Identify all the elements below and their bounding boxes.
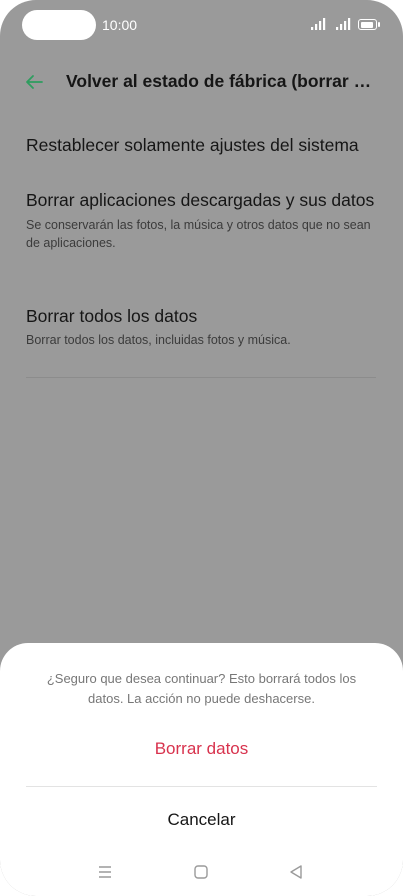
confirmation-bottom-sheet: ¿Seguro que desea continuar? Esto borrar… (0, 643, 403, 896)
option-description: Se conservarán las fotos, la música y ot… (26, 218, 371, 250)
cellular-signal-icon (311, 18, 326, 30)
dialog-message: ¿Seguro que desea continuar? Esto borrar… (46, 671, 357, 706)
sheet-divider (26, 786, 377, 787)
cancel-button[interactable]: Cancelar (0, 806, 403, 834)
list-divider (26, 377, 376, 378)
status-bar: 10:00 (0, 0, 403, 50)
erase-data-button[interactable]: Borrar datos (0, 735, 403, 763)
option-description: Borrar todos los datos, incluidas fotos … (26, 333, 291, 347)
cellular-signal-icon (336, 18, 351, 30)
option-reset-system-settings[interactable]: Restablecer solamente ajustes del sistem… (26, 133, 376, 157)
back-triangle-icon[interactable] (287, 863, 305, 881)
option-erase-all-data[interactable]: Borrar todos los datos Borrar todos los … (26, 304, 376, 349)
option-label: Borrar aplicaciones descargadas y sus da… (26, 190, 375, 210)
option-label: Restablecer solamente ajustes del sistem… (26, 135, 359, 155)
page-title: Volver al estado de fábrica (borrar todo… (66, 71, 376, 91)
home-icon[interactable] (192, 863, 210, 881)
status-time: 10:00 (102, 17, 138, 33)
option-label: Borrar todos los datos (26, 306, 198, 326)
menu-icon[interactable] (96, 863, 114, 881)
battery-icon (358, 19, 380, 30)
option-erase-downloaded-apps[interactable]: Borrar aplicaciones descargadas y sus da… (26, 188, 376, 252)
phone-screen: 10:00 Volver al estado de fábrica (borra… (0, 0, 403, 896)
back-arrow-icon[interactable] (22, 70, 46, 94)
navigation-bar (0, 857, 403, 887)
camera-cutout (22, 10, 96, 40)
page-header: Volver al estado de fábrica (borrar todo… (0, 62, 403, 102)
